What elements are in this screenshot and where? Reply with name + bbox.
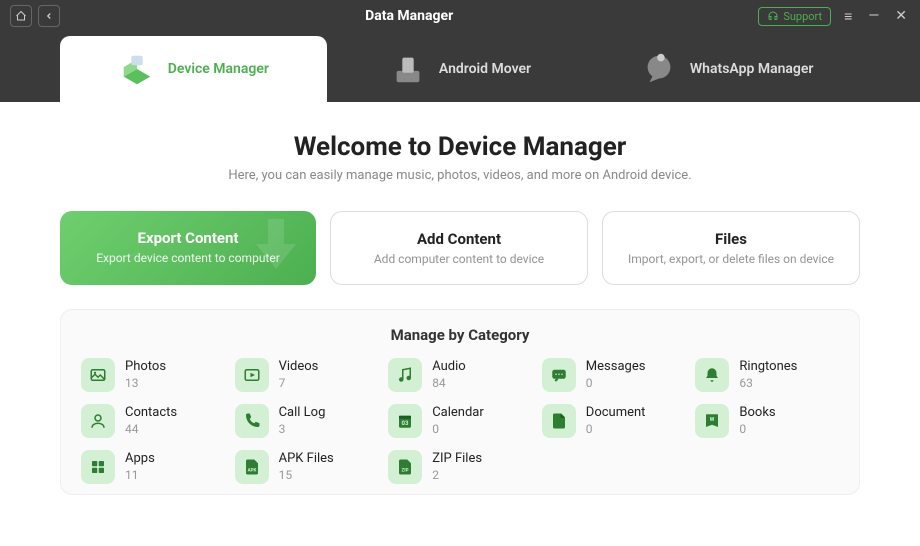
category-count: 63 (739, 376, 797, 392)
calllog-icon (235, 404, 269, 438)
category-count: 44 (125, 422, 177, 438)
support-button[interactable]: Support (758, 7, 831, 26)
tab-android-mover[interactable]: Android Mover (327, 36, 594, 102)
category-name: Messages (586, 359, 646, 376)
category-contacts[interactable]: Contacts44 (81, 404, 225, 438)
category-name: Document (586, 405, 646, 422)
tab-label: Android Mover (439, 61, 531, 77)
category-document[interactable]: Document0 (542, 404, 686, 438)
tab-label: Device Manager (168, 61, 269, 77)
category-count: 15 (279, 468, 334, 484)
category-name: Books (739, 405, 775, 422)
category-count: 2 (432, 468, 482, 484)
category-videos[interactable]: Videos7 (235, 358, 379, 392)
category-messages[interactable]: Messages0 (542, 358, 686, 392)
category-count: 11 (125, 468, 155, 484)
book-icon: W (695, 404, 729, 438)
action-subtitle: Export device content to computer (76, 251, 300, 265)
category-count: 0 (586, 422, 646, 438)
category-name: Photos (125, 359, 166, 376)
svg-text:03: 03 (402, 420, 409, 427)
category-books[interactable]: W Books0 (695, 404, 839, 438)
tab-whatsapp-manager[interactable]: WhatsApp Manager (593, 36, 860, 102)
category-count: 84 (432, 376, 465, 392)
zip-icon: ZIP (388, 450, 422, 484)
photo-icon (81, 358, 115, 392)
files-button[interactable]: Files Import, export, or delete files on… (602, 211, 860, 285)
categories-panel: Manage by Category Photos13 Videos7 Audio8… (60, 309, 860, 495)
category-ringtones[interactable]: Ringtones63 (695, 358, 839, 392)
support-label: Support (783, 10, 822, 23)
category-name: ZIP Files (432, 451, 482, 468)
category-count: 7 (279, 376, 319, 392)
category-audio[interactable]: Audio84 (388, 358, 532, 392)
add-content-button[interactable]: Add Content Add computer content to devi… (330, 211, 588, 285)
category-name: Call Log (279, 405, 326, 422)
app-title: Data Manager (60, 8, 758, 24)
page-subtitle: Here, you can easily manage music, photo… (60, 168, 860, 183)
menu-button[interactable]: ≡ (841, 8, 855, 25)
minimize-button[interactable]: — (865, 8, 882, 24)
home-button[interactable] (10, 5, 32, 27)
category-call-log[interactable]: Call Log3 (235, 404, 379, 438)
svg-text:ZIP: ZIP (402, 468, 409, 474)
apps-icon (81, 450, 115, 484)
category-count: 0 (432, 422, 484, 438)
page-title: Welcome to Device Manager (60, 132, 860, 162)
category-photos[interactable]: Photos13 (81, 358, 225, 392)
ringtone-icon (695, 358, 729, 392)
tab-device-manager[interactable]: Device Manager (60, 36, 327, 102)
contact-icon (81, 404, 115, 438)
action-title: Add Content (347, 230, 571, 248)
mover-icon (389, 50, 427, 88)
content: Welcome to Device Manager Here, you can … (0, 102, 920, 515)
category-name: Ringtones (739, 359, 797, 376)
action-title: Files (619, 230, 843, 248)
category-name: APK Files (279, 451, 334, 468)
headset-icon (767, 10, 779, 22)
category-name: Calendar (432, 405, 484, 422)
categories-title: Manage by Category (81, 326, 839, 344)
back-button[interactable] (38, 5, 60, 27)
action-row: Export Content Export device content to … (60, 211, 860, 285)
category-zip-files[interactable]: ZIP ZIP Files2 (388, 450, 532, 484)
svg-text:W: W (710, 417, 715, 423)
category-name: Videos (279, 359, 319, 376)
whatsapp-icon (640, 50, 678, 88)
svg-text:APK: APK (247, 468, 256, 474)
category-name: Contacts (125, 405, 177, 422)
video-icon (235, 358, 269, 392)
category-name: Apps (125, 451, 155, 468)
calendar-icon: 03 (388, 404, 422, 438)
close-button[interactable]: ✕ (892, 8, 910, 24)
apk-icon: APK (235, 450, 269, 484)
category-apk-files[interactable]: APK APK Files15 (235, 450, 379, 484)
titlebar: Data Manager Support ≡ — ✕ (0, 0, 920, 32)
tabs: Device Manager Android Mover WhatsApp Ma… (0, 32, 920, 102)
action-title: Export Content (76, 229, 300, 247)
device-icon (118, 50, 156, 88)
category-calendar[interactable]: 03 Calendar0 (388, 404, 532, 438)
category-count: 0 (586, 376, 646, 392)
category-apps[interactable]: Apps11 (81, 450, 225, 484)
action-subtitle: Import, export, or delete files on devic… (619, 252, 843, 266)
action-subtitle: Add computer content to device (347, 252, 571, 266)
document-icon (542, 404, 576, 438)
message-icon (542, 358, 576, 392)
category-count: 0 (739, 422, 775, 438)
category-count: 13 (125, 376, 166, 392)
export-content-button[interactable]: Export Content Export device content to … (60, 211, 316, 285)
audio-icon (388, 358, 422, 392)
category-name: Audio (432, 359, 465, 376)
category-count: 3 (279, 422, 326, 438)
tab-label: WhatsApp Manager (690, 61, 814, 77)
